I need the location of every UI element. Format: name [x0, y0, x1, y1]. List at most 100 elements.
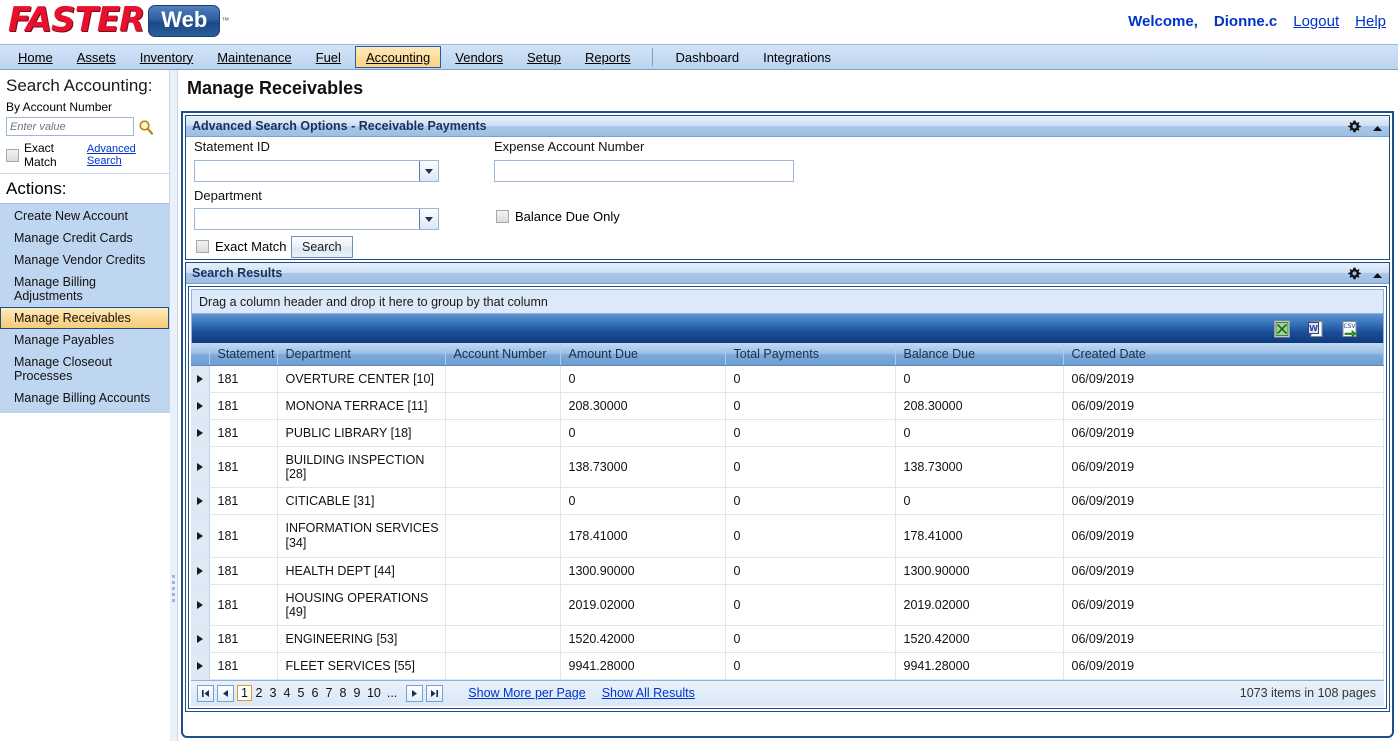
nav-item-inventory[interactable]: Inventory	[128, 45, 205, 69]
magnifier-icon[interactable]	[138, 119, 154, 135]
sidebar-item-manage-credit-cards[interactable]: Manage Credit Cards	[0, 227, 169, 249]
expand-row-icon[interactable]	[196, 462, 203, 471]
expand-row-icon[interactable]	[196, 566, 203, 575]
expense-account-input[interactable]	[494, 160, 794, 182]
next-page-button[interactable]	[406, 684, 424, 702]
table-row[interactable]: 181 HEALTH DEPT [44] 1300.90000 0 1300.9…	[191, 557, 1384, 585]
splitter-grip-icon[interactable]	[172, 575, 175, 609]
show-all-results-link[interactable]: Show All Results	[602, 686, 695, 700]
row-expander[interactable]	[191, 652, 210, 680]
page-number-9[interactable]: 9	[350, 686, 364, 700]
last-page-button[interactable]	[426, 684, 444, 702]
row-expander[interactable]	[191, 487, 210, 515]
advanced-search-link[interactable]: Advanced Search	[87, 143, 163, 167]
logout-link[interactable]: Logout	[1293, 13, 1339, 30]
column-header-created-date[interactable]: Created Date	[1063, 343, 1384, 366]
page-number-1[interactable]: 1	[237, 685, 252, 701]
row-expander[interactable]	[191, 365, 210, 393]
search-button[interactable]: Search	[291, 236, 353, 258]
nav-item-dashboard[interactable]: Dashboard	[663, 45, 751, 69]
table-row[interactable]: 181 PUBLIC LIBRARY [18] 0 0 0 06/09/2019	[191, 419, 1384, 447]
previous-page-button[interactable]	[217, 684, 234, 702]
cell-department: MONONA TERRACE [11]	[277, 392, 446, 420]
sidebar-item-manage-billing-adjustments[interactable]: Manage Billing Adjustments	[0, 271, 169, 307]
page-number-6[interactable]: 6	[308, 686, 322, 700]
expand-row-icon[interactable]	[196, 661, 203, 670]
table-row[interactable]: 181 CITICABLE [31] 0 0 0 06/09/2019	[191, 487, 1384, 515]
column-header-amount-due[interactable]: Amount Due	[560, 343, 726, 366]
expand-row-icon[interactable]	[196, 496, 203, 505]
column-header-total-payments[interactable]: Total Payments	[725, 343, 896, 366]
row-expander[interactable]	[191, 625, 210, 653]
search-results-title: Search Results	[192, 266, 283, 280]
row-expander[interactable]	[191, 514, 210, 558]
column-header-account-number[interactable]: Account Number	[445, 343, 561, 366]
row-expander[interactable]	[191, 584, 210, 626]
row-expander[interactable]	[191, 446, 210, 488]
help-link[interactable]: Help	[1355, 13, 1386, 30]
nav-item-assets[interactable]: Assets	[65, 45, 128, 69]
expand-row-icon[interactable]	[196, 428, 203, 437]
page-number-5[interactable]: 5	[294, 686, 308, 700]
expand-row-icon[interactable]	[196, 531, 203, 540]
sidebar-item-manage-receivables[interactable]: Manage Receivables	[0, 307, 169, 329]
page-number-7[interactable]: 7	[322, 686, 336, 700]
exact-match-checkbox[interactable]	[6, 148, 19, 162]
department-dropdown[interactable]	[194, 208, 439, 230]
export-word-icon[interactable]: W	[1307, 320, 1325, 338]
row-expander[interactable]	[191, 557, 210, 585]
column-header-balance-due[interactable]: Balance Due	[895, 343, 1064, 366]
expand-row-icon[interactable]	[196, 600, 203, 609]
table-row[interactable]: 181 ENGINEERING [53] 1520.42000 0 1520.4…	[191, 625, 1384, 653]
export-excel-icon[interactable]	[1273, 320, 1291, 338]
nav-item-reports[interactable]: Reports	[573, 45, 643, 69]
nav-item-maintenance[interactable]: Maintenance	[205, 45, 303, 69]
nav-item-vendors[interactable]: Vendors	[443, 45, 515, 69]
page-number-10[interactable]: 10	[364, 686, 384, 700]
nav-item-accounting[interactable]: Accounting	[354, 46, 442, 68]
chevron-down-icon[interactable]	[419, 209, 438, 229]
sidebar-item-manage-vendor-credits[interactable]: Manage Vendor Credits	[0, 249, 169, 271]
export-csv-icon[interactable]: CSV	[1341, 320, 1359, 338]
page-number-4[interactable]: 4	[280, 686, 294, 700]
expand-row-icon[interactable]	[196, 634, 203, 643]
sidebar-splitter[interactable]	[170, 70, 178, 741]
table-row[interactable]: 181 MONONA TERRACE [11] 208.30000 0 208.…	[191, 392, 1384, 420]
table-row[interactable]: 181 FLEET SERVICES [55] 9941.28000 0 994…	[191, 652, 1384, 680]
search-input[interactable]	[6, 117, 134, 136]
group-by-dropzone[interactable]: Drag a column header and drop it here to…	[191, 289, 1384, 314]
gear-icon[interactable]	[1348, 120, 1361, 133]
first-page-button[interactable]	[197, 684, 214, 702]
page-number-2[interactable]: 2	[252, 686, 266, 700]
chevron-up-icon[interactable]	[1372, 269, 1383, 278]
sidebar-item-create-new-account[interactable]: Create New Account	[0, 205, 169, 227]
column-header-department[interactable]: Department	[277, 343, 446, 366]
expand-row-icon[interactable]	[196, 374, 203, 383]
nav-item-integrations[interactable]: Integrations	[751, 45, 843, 69]
page-number-8[interactable]: 8	[336, 686, 350, 700]
nav-item-fuel[interactable]: Fuel	[304, 45, 353, 69]
table-row[interactable]: 181 BUILDING INSPECTION [28] 138.73000 0…	[191, 446, 1384, 488]
cell-created-date: 06/09/2019	[1063, 446, 1384, 488]
table-row[interactable]: 181 HOUSING OPERATIONS [49] 2019.02000 0…	[191, 584, 1384, 626]
exact-match-checkbox[interactable]	[196, 240, 209, 253]
nav-item-home[interactable]: Home	[6, 45, 65, 69]
row-expander[interactable]	[191, 392, 210, 420]
show-more-per-page-link[interactable]: Show More per Page	[468, 686, 585, 700]
row-expander[interactable]	[191, 419, 210, 447]
gear-icon[interactable]	[1348, 267, 1361, 280]
chevron-down-icon[interactable]	[419, 161, 438, 181]
column-header-statement[interactable]: Statement	[209, 343, 278, 366]
chevron-up-icon[interactable]	[1372, 122, 1383, 131]
balance-due-only-checkbox[interactable]	[496, 210, 509, 223]
table-row[interactable]: 181 INFORMATION SERVICES [34] 178.41000 …	[191, 514, 1384, 558]
nav-item-setup[interactable]: Setup	[515, 45, 573, 69]
expand-row-icon[interactable]	[196, 401, 203, 410]
sidebar-item-manage-billing-accounts[interactable]: Manage Billing Accounts	[0, 387, 169, 409]
statement-id-dropdown[interactable]	[194, 160, 439, 182]
table-row[interactable]: 181 OVERTURE CENTER [10] 0 0 0 06/09/201…	[191, 365, 1384, 393]
sidebar-item-manage-payables[interactable]: Manage Payables	[0, 329, 169, 351]
cell-total-payments: 0	[725, 557, 896, 585]
page-number-3[interactable]: 3	[266, 686, 280, 700]
sidebar-item-manage-closeout-processes[interactable]: Manage Closeout Processes	[0, 351, 169, 387]
